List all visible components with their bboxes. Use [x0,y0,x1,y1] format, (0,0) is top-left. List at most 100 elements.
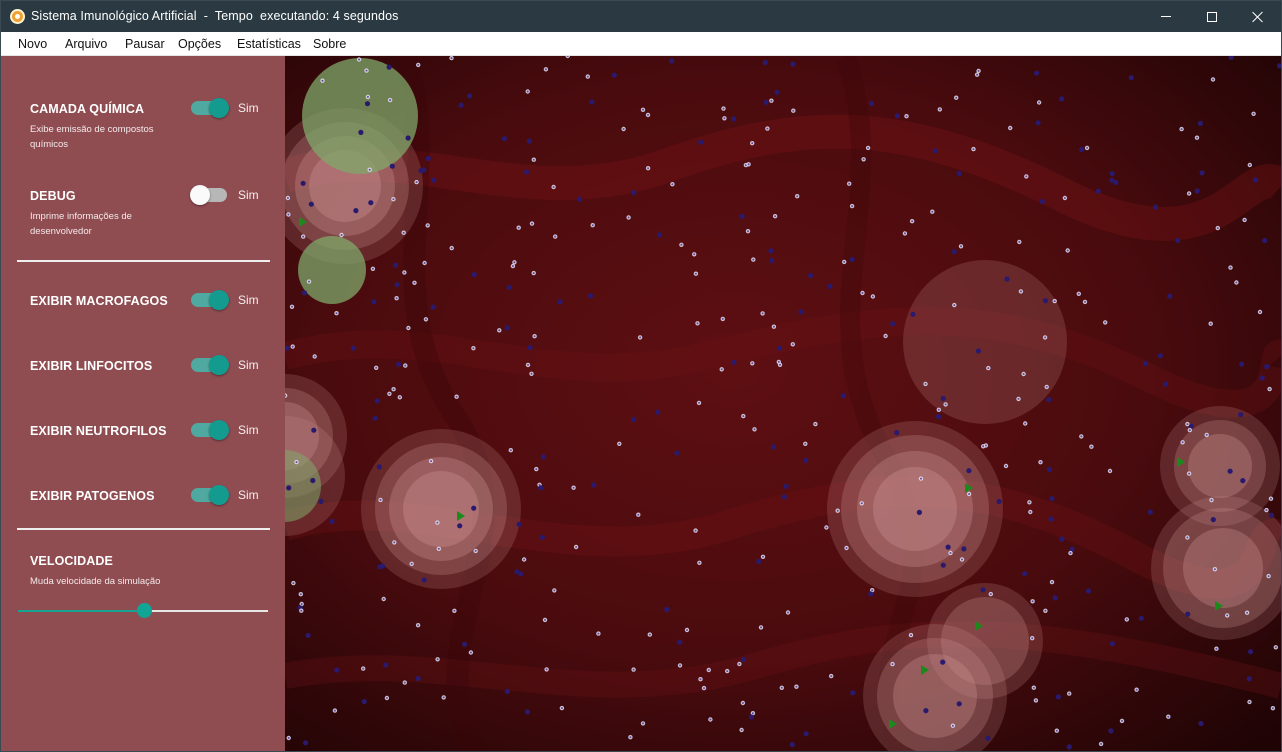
cell-nucleus [770,99,773,102]
cell-nucleus [575,546,578,548]
lymphocyte-cell [1042,298,1049,304]
cell-nucleus [437,547,440,550]
cell-nucleus [1186,423,1189,426]
cell-nucleus [1051,581,1053,584]
show-pathogens-toggle[interactable] [191,485,229,505]
show-neutrophils-toggle[interactable] [191,420,229,440]
cell-nucleus [760,626,762,629]
cell-nucleus [627,216,630,219]
cell-nucleus [751,362,754,365]
cell-nucleus [1252,112,1255,115]
title-bar[interactable]: Sistema Imunológico Artificial - Tempo e… [1,1,1281,32]
cell-nucleus [1009,127,1012,129]
menu-arquivo[interactable]: Arquivo [65,37,107,51]
cell-nucleus [572,486,575,489]
green-zone [298,236,366,304]
cell-nucleus [726,670,729,673]
cell-nucleus [393,541,396,544]
cell-nucleus [426,224,429,227]
lymphocyte-cell [358,129,364,135]
cell-nucleus [321,79,324,82]
lymphocyte-cell [674,450,680,456]
lymphocyte-cell [1046,397,1052,403]
lymphocyte-cell [1052,595,1058,601]
cell-nucleus [1077,292,1080,295]
cell-nucleus [442,696,445,699]
lymphocyte-cell [1199,170,1205,176]
cell-nucleus [720,368,723,371]
cell-nucleus [291,345,294,348]
toggle-knob [209,485,229,505]
cell-nucleus [867,146,870,149]
lymphocyte-cell [1259,375,1265,381]
cell-nucleus [871,295,874,298]
lymphocyte-cell [1055,694,1061,700]
cell-nucleus [1025,175,1028,178]
show-pathogens-toggle-label: Sim [238,488,259,502]
show-macrophages-toggle[interactable] [191,290,229,310]
cell-nucleus [903,232,906,235]
cell-nucleus [938,108,941,111]
chemical-zone [941,597,1029,685]
cell-nucleus [552,186,555,188]
lymphocyte-cell [506,284,512,290]
simulation-canvas[interactable] [285,56,1281,751]
lymphocyte-cell [916,509,923,515]
cell-nucleus [707,669,710,671]
close-icon [1252,11,1264,23]
lymphocyte-cell [656,232,663,238]
cell-nucleus [368,168,371,171]
cell-nucleus [777,360,780,363]
cell-nucleus [647,113,649,116]
cell-nucleus [703,687,705,690]
cell-nucleus [976,73,979,76]
lymphocyte-cell [1246,676,1252,682]
cell-nucleus [1039,461,1042,464]
cell-nucleus [1044,609,1047,612]
debug-toggle[interactable] [190,185,227,205]
lymphocyte-cell [539,534,545,540]
lymphocyte-cell [762,59,768,66]
cell-nucleus [1181,441,1184,444]
cell-nucleus [430,460,433,463]
lymphocyte-cell [669,58,675,64]
cell-nucleus [1229,266,1232,269]
show-lymphocytes-toggle[interactable] [191,355,229,375]
lymphocyte-cell [850,690,856,696]
cell-nucleus [511,265,514,268]
cell-nucleus [752,258,755,261]
cell-nucleus [335,312,338,315]
menu-sobre[interactable]: Sobre [313,37,346,51]
menu-opcoes[interactable]: Opções [178,37,221,51]
cell-nucleus [300,603,303,605]
menu-novo[interactable]: Novo [18,37,47,51]
cell-nucleus [1029,511,1032,513]
cell-nucleus [591,224,594,227]
menu-pausar[interactable]: Pausar [125,37,165,51]
cell-nucleus [375,366,378,369]
cell-nucleus [1080,435,1083,438]
chemical-zone [903,260,1067,424]
cell-nucleus [920,477,922,480]
cell-nucleus [553,589,556,592]
cell-nucleus [1188,429,1191,432]
minimize-button[interactable] [1143,1,1189,32]
chemical-zone [1183,528,1263,608]
maximize-button[interactable] [1189,1,1235,32]
cell-nucleus [404,364,407,367]
chemical-zone [1188,434,1252,498]
lymphocyte-cell [1079,146,1085,153]
speed-slider-thumb[interactable] [137,603,152,618]
cell-nucleus [513,261,516,264]
cell-nucleus [403,271,406,274]
cell-nucleus [639,336,642,339]
cell-nucleus [741,702,744,704]
menu-estatisticas[interactable]: Estatísticas [237,37,301,51]
lymphocyte-cell [1085,588,1092,594]
cell-nucleus [544,68,547,71]
chemical-layer-toggle[interactable] [191,98,229,118]
cell-nucleus [738,663,741,665]
close-button[interactable] [1235,1,1281,32]
cell-nucleus [1267,575,1270,578]
cell-nucleus [1086,146,1089,149]
